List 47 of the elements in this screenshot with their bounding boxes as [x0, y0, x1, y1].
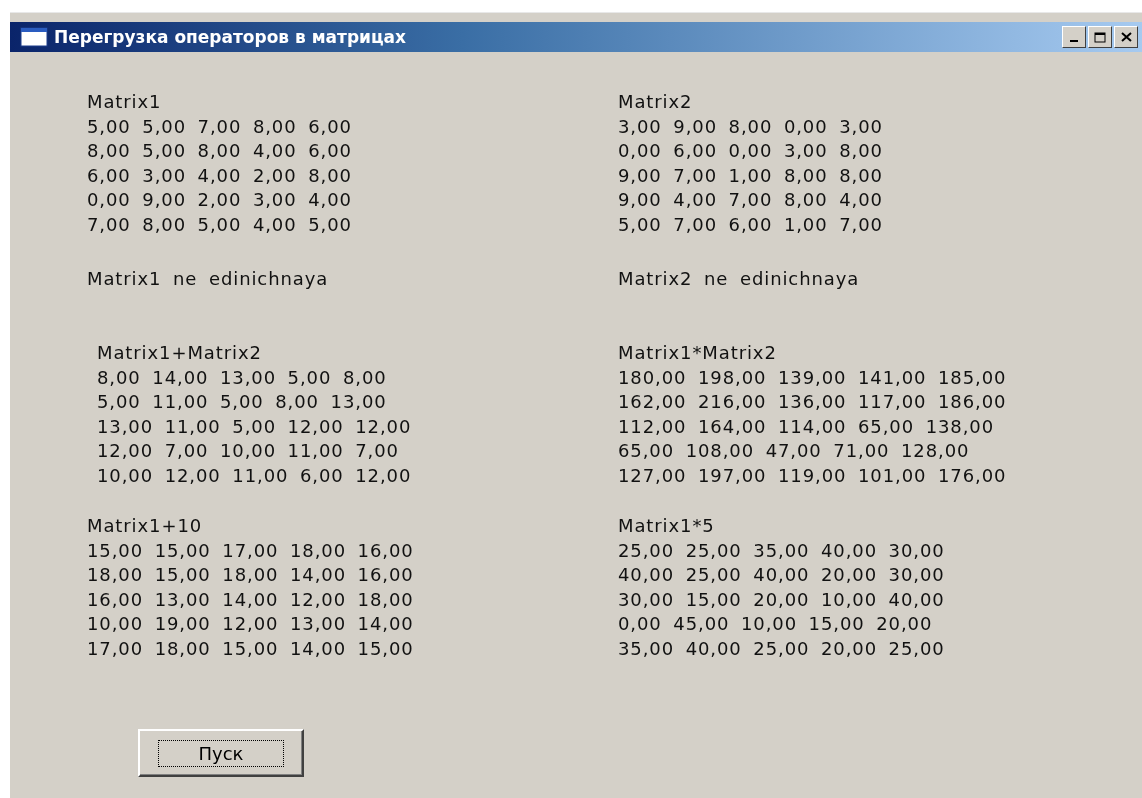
matrix-row-text: 10,00 19,00 12,00 13,00 14,00 — [87, 612, 414, 636]
matrix-row: 112,00 164,00 114,00 65,00 138,00 — [618, 414, 995, 439]
matrix-row-text: 9,00 4,00 7,00 8,00 4,00 — [618, 188, 883, 212]
matrix-row: 6,00 3,00 4,00 2,00 8,00 — [87, 163, 352, 188]
matrix-row-text: 8,00 5,00 8,00 4,00 6,00 — [87, 139, 352, 163]
matrix-row: 13,00 11,00 5,00 12,00 12,00 — [97, 414, 412, 439]
matrix-row-text: 5,00 11,00 5,00 8,00 13,00 — [97, 390, 387, 414]
matrix-row: 180,00 198,00 139,00 141,00 185,00 — [618, 365, 1007, 390]
window-icon — [20, 27, 48, 47]
result-text: Matrix1 ne edinichnaya — [87, 267, 329, 291]
matrix-row: 5,00 7,00 6,00 1,00 7,00 — [618, 212, 883, 237]
matrix-row-text: 0,00 9,00 2,00 3,00 4,00 — [87, 188, 352, 212]
matrix-row-text: 40,00 25,00 40,00 20,00 30,00 — [618, 563, 945, 587]
matrix-row: 17,00 18,00 15,00 14,00 15,00 — [87, 636, 414, 661]
matrix-title: Matrix1*Matrix2 — [618, 341, 777, 365]
matrix-row-text: 0,00 6,00 0,00 3,00 8,00 — [618, 139, 883, 163]
matrix-row: 5,00 5,00 7,00 8,00 6,00 — [87, 114, 352, 139]
maximize-icon — [1094, 31, 1106, 43]
matrix-row-text: 12,00 7,00 10,00 11,00 7,00 — [97, 439, 399, 463]
matrix-row-text: 162,00 216,00 136,00 117,00 186,00 — [618, 390, 1007, 414]
matrix-row: 15,00 15,00 17,00 18,00 16,00 — [87, 538, 414, 563]
matrix-row: 3,00 9,00 8,00 0,00 3,00 — [618, 114, 883, 139]
matrix-row: 30,00 15,00 20,00 10,00 40,00 — [618, 587, 945, 612]
matrix-row-text: 0,00 45,00 10,00 15,00 20,00 — [618, 612, 933, 636]
result-text: Matrix2 ne edinichnaya — [618, 267, 860, 291]
window-title: Перегрузка операторов в матрицах — [54, 27, 408, 47]
matrix-row: 9,00 7,00 1,00 8,00 8,00 — [618, 163, 883, 188]
matrix-title: Matrix1*5 — [618, 514, 715, 538]
matrix-row: 8,00 14,00 13,00 5,00 8,00 — [97, 365, 387, 390]
close-button[interactable] — [1114, 26, 1138, 48]
matrix-title: Matrix1 — [87, 90, 162, 114]
minimize-icon — [1070, 40, 1078, 42]
start-button[interactable]: Пуск — [138, 729, 304, 777]
matrix-row: 127,00 197,00 119,00 101,00 176,00 — [618, 463, 1007, 488]
matrix-row: 7,00 8,00 5,00 4,00 5,00 — [87, 212, 352, 237]
matrix-row-text: 65,00 108,00 47,00 71,00 128,00 — [618, 439, 970, 463]
matrix-row: 10,00 12,00 11,00 6,00 12,00 — [97, 463, 412, 488]
minimize-button[interactable] — [1062, 26, 1086, 48]
matrix-row-text: 18,00 15,00 18,00 14,00 16,00 — [87, 563, 414, 587]
matrix-title: Matrix2 — [618, 90, 693, 114]
maximize-button[interactable] — [1088, 26, 1112, 48]
matrix-row: 16,00 13,00 14,00 12,00 18,00 — [87, 587, 414, 612]
matrix-title: Matrix1+10 — [87, 514, 203, 538]
matrix-title: Matrix1+Matrix2 — [97, 341, 262, 365]
matrix-row: 35,00 40,00 25,00 20,00 25,00 — [618, 636, 945, 661]
close-icon — [1120, 32, 1132, 42]
matrix-row: 25,00 25,00 35,00 40,00 30,00 — [618, 538, 945, 563]
